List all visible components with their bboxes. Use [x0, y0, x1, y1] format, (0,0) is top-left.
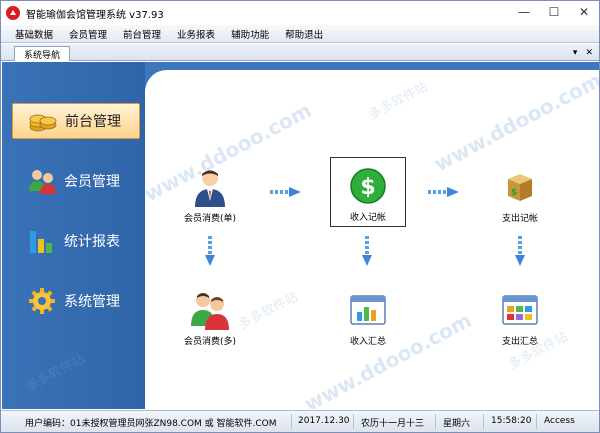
- node-member-consume-single[interactable]: 会员消费(单): [172, 159, 248, 229]
- menu-item-help-exit[interactable]: 帮助退出: [285, 27, 323, 41]
- status-bar: 用户编码：01未授权管理员网张ZN98.COM 或 智能软件.COM 2017.…: [1, 410, 599, 432]
- sidebar: 前台管理 会员管理 统计报表 系统管理 多多软件站: [2, 62, 145, 409]
- maximize-button[interactable]: ☐: [539, 1, 569, 23]
- menu-item-basic-data[interactable]: 基础数据: [15, 27, 53, 41]
- members-icon: [26, 167, 58, 195]
- sidebar-item-label: 会员管理: [64, 174, 120, 190]
- svg-text:$: $: [511, 188, 517, 198]
- watermark-text: 多多软件站: [23, 351, 88, 396]
- node-label: 支出记帐: [501, 214, 538, 224]
- sidebar-item-member-management[interactable]: 会员管理: [12, 163, 140, 199]
- dollar-icon: $: [346, 164, 390, 208]
- status-separator: [435, 414, 436, 429]
- member-icon: [188, 165, 232, 209]
- tab-controls: ▾ ✕: [565, 45, 593, 60]
- chart-window-icon: [346, 288, 390, 332]
- arrow-right-icon: [428, 186, 462, 201]
- app-logo-icon: [6, 6, 20, 20]
- menu-item-business-reports[interactable]: 业务报表: [177, 27, 215, 41]
- window-controls: — ☐ ✕: [509, 1, 599, 23]
- tab-system-navigation[interactable]: 系统导航: [14, 46, 71, 61]
- grid-window-icon: [498, 288, 542, 332]
- arrow-down-icon: [514, 236, 526, 271]
- node-income-summary[interactable]: 收入汇总: [330, 282, 406, 352]
- bar-chart-icon: [26, 227, 58, 255]
- node-label: 会员消费(多): [183, 337, 237, 347]
- node-expense-summary[interactable]: 支出汇总: [482, 282, 558, 352]
- sidebar-item-label: 统计报表: [64, 234, 120, 250]
- members-group-icon: [188, 288, 232, 332]
- coins-icon: [27, 107, 59, 135]
- navigation-content: 前台管理 会员管理 统计报表 系统管理 多多软件站 会员消费(单) $ 收入记帐…: [2, 62, 599, 409]
- minimize-button[interactable]: —: [509, 1, 539, 23]
- menu-item-front-desk[interactable]: 前台管理: [123, 27, 161, 41]
- node-income-record[interactable]: $ 收入记帐: [330, 157, 406, 227]
- menu-bar: 基础数据 会员管理 前台管理 业务报表 辅助功能 帮助退出: [1, 25, 599, 43]
- window-title: 智能瑜伽会馆管理系统 v37.93: [26, 9, 164, 21]
- status-separator: [536, 414, 537, 429]
- node-label: 收入记帐: [349, 213, 386, 223]
- sidebar-item-front-desk[interactable]: 前台管理: [12, 103, 140, 139]
- app-window: 智能瑜伽会馆管理系统 v37.93 — ☐ ✕ 基础数据 会员管理 前台管理 业…: [0, 0, 600, 433]
- node-member-consume-multi[interactable]: 会员消费(多): [172, 282, 248, 352]
- arrow-down-icon: [204, 236, 216, 271]
- status-separator: [291, 414, 292, 429]
- watermark-text: 多多软件站: [366, 79, 431, 124]
- title-bar: 智能瑜伽会馆管理系统 v37.93 — ☐ ✕: [1, 1, 599, 25]
- arrow-down-icon: [361, 236, 373, 271]
- gear-icon: [26, 287, 58, 315]
- main-panel: 会员消费(单) $ 收入记帐 $ 支出记帐 会员消费(多) 收入汇总 支出汇总 …: [140, 68, 599, 409]
- node-expense-record[interactable]: $ 支出记帐: [482, 159, 558, 229]
- sidebar-item-label: 系统管理: [64, 294, 120, 310]
- svg-text:$: $: [360, 175, 375, 200]
- tab-close-icon[interactable]: ✕: [585, 48, 593, 58]
- status-user: 用户编码：01未授权管理员网张ZN98.COM 或 智能软件.COM: [25, 419, 277, 429]
- tab-dropdown-icon[interactable]: ▾: [573, 48, 578, 58]
- node-label: 会员消费(单): [183, 214, 237, 224]
- arrow-right-icon: [270, 186, 304, 201]
- status-weekday: 星期六: [443, 419, 471, 429]
- status-separator: [353, 414, 354, 429]
- node-label: 支出汇总: [501, 337, 538, 347]
- sidebar-item-system-management[interactable]: 系统管理: [12, 283, 140, 319]
- menu-item-auxiliary[interactable]: 辅助功能: [231, 27, 269, 41]
- status-separator: [483, 414, 484, 429]
- money-box-icon: $: [498, 165, 542, 209]
- sidebar-item-label: 前台管理: [65, 114, 121, 130]
- menu-item-member-management[interactable]: 会员管理: [69, 27, 107, 41]
- sidebar-item-statistics-reports[interactable]: 统计报表: [12, 223, 140, 259]
- status-date: 2017.12.30: [298, 416, 350, 426]
- status-time: 15:58:20: [491, 416, 532, 426]
- node-label: 收入汇总: [349, 337, 386, 347]
- status-database: Access: [544, 416, 575, 426]
- tab-strip: 系统导航 ▾ ✕: [1, 44, 599, 61]
- close-button[interactable]: ✕: [569, 1, 599, 23]
- status-lunar-date: 农历十一月十三: [361, 419, 425, 429]
